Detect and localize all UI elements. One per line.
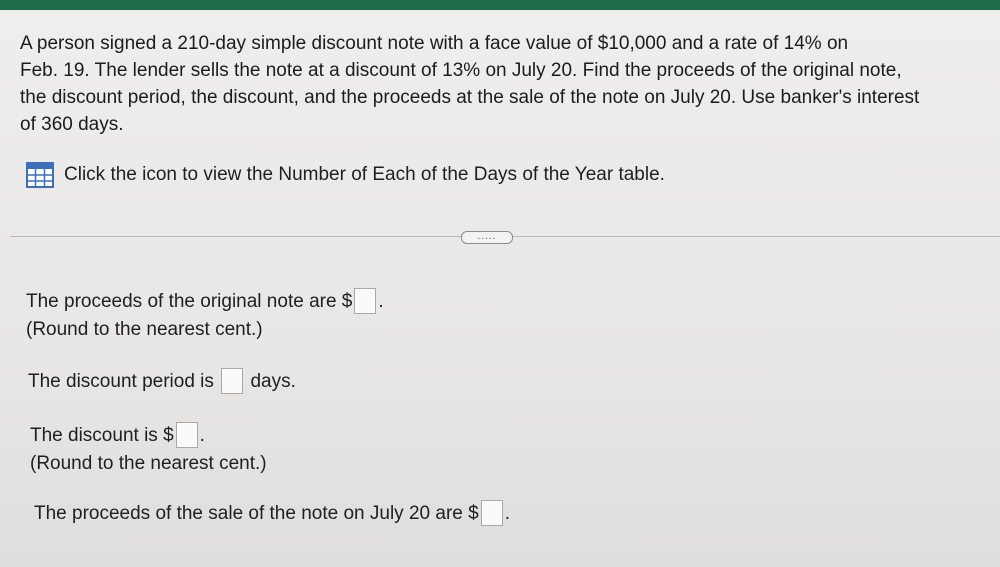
days-table-link[interactable]: Click the icon to view the Number of Eac… bbox=[26, 162, 665, 188]
question-line: the discount period, the discount, and t… bbox=[20, 87, 920, 108]
question-line: Feb. 19. The lender sells the note at a … bbox=[20, 60, 902, 81]
question-text: A person signed a 210-day simple discoun… bbox=[20, 30, 990, 138]
proceeds-sale-input[interactable] bbox=[480, 500, 503, 526]
answer-suffix: days. bbox=[250, 371, 296, 392]
answer-proceeds-sale: The proceeds of the sale of the note on … bbox=[34, 500, 510, 528]
table-grid-icon[interactable] bbox=[26, 162, 54, 188]
answer-suffix: . bbox=[378, 291, 384, 312]
proceeds-original-input[interactable] bbox=[354, 288, 377, 314]
question-line: A person signed a 210-day simple discoun… bbox=[20, 33, 849, 54]
answer-suffix: . bbox=[199, 425, 205, 446]
question-panel: A person signed a 210-day simple discoun… bbox=[0, 10, 1000, 567]
answer-discount-period: The discount period is days. bbox=[28, 368, 296, 396]
answer-prompt: The discount period is bbox=[28, 371, 214, 392]
discount-input[interactable] bbox=[175, 422, 198, 448]
answer-prompt: The discount is $ bbox=[30, 425, 174, 446]
header-bar bbox=[0, 0, 1000, 10]
answer-discount: The discount is $. (Round to the nearest… bbox=[30, 422, 267, 478]
answer-prompt: The proceeds of the original note are $ bbox=[26, 291, 353, 312]
rounding-note: (Round to the nearest cent.) bbox=[30, 453, 267, 474]
answer-suffix: . bbox=[504, 503, 510, 524]
days-table-link-label[interactable]: Click the icon to view the Number of Eac… bbox=[64, 164, 665, 186]
rounding-note: (Round to the nearest cent.) bbox=[26, 319, 263, 340]
answer-prompt: The proceeds of the sale of the note on … bbox=[34, 503, 479, 524]
question-line: of 360 days. bbox=[20, 114, 124, 135]
discount-period-input[interactable] bbox=[221, 368, 244, 394]
expand-more-button[interactable]: ..... bbox=[461, 231, 513, 244]
answer-proceeds-original: The proceeds of the original note are $.… bbox=[26, 288, 384, 344]
